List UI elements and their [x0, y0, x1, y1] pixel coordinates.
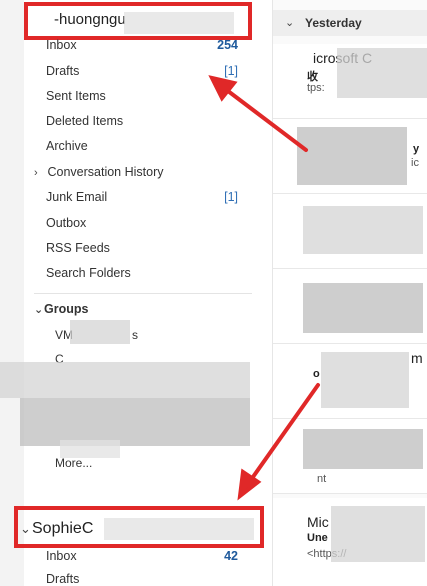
date-group-header[interactable]: ⌄ Yesterday	[273, 10, 427, 36]
account-2-inbox-count: 42	[224, 549, 238, 563]
message-item[interactable]: m o	[273, 344, 427, 419]
message-preview: tps:	[307, 82, 325, 94]
date-group-label: Yesterday	[305, 16, 362, 30]
message-subject: Une	[307, 532, 328, 544]
redaction	[60, 440, 120, 458]
chevron-down-icon: ⌄	[20, 521, 31, 536]
folder-label: Inbox	[46, 38, 77, 52]
folder-archive[interactable]: Archive	[46, 139, 88, 153]
account-1-name: -huongngu	[54, 11, 126, 28]
message-item[interactable]: nt	[273, 419, 427, 494]
account-2-header[interactable]: ⌄ SophieC	[14, 506, 264, 548]
drafts-count: [1]	[224, 64, 238, 78]
junk-count: [1]	[224, 190, 238, 204]
redaction	[70, 320, 130, 344]
redaction	[331, 506, 425, 562]
folder-label: Search Folders	[46, 266, 131, 280]
more-label: More...	[55, 456, 93, 470]
folder-deleted-items[interactable]: Deleted Items	[46, 114, 123, 128]
message-preview: ic	[411, 157, 419, 169]
folder-outbox[interactable]: Outbox	[46, 216, 86, 230]
account-2-folder-drafts[interactable]: Drafts	[46, 572, 79, 586]
divider	[34, 293, 252, 294]
redaction	[303, 429, 423, 469]
message-subject: y	[413, 143, 420, 155]
message-subject: o	[313, 368, 320, 380]
message-item[interactable]: y ic	[273, 119, 427, 194]
redaction	[303, 206, 423, 254]
folder-label: Drafts	[46, 572, 80, 586]
message-sender: Mic	[307, 514, 329, 530]
folder-search-folders[interactable]: Search Folders	[46, 266, 131, 280]
redaction	[124, 12, 234, 34]
folder-sent-items[interactable]: Sent Items	[46, 89, 106, 103]
groups-label: Groups	[44, 302, 89, 316]
redaction	[321, 352, 409, 408]
message-item[interactable]	[273, 269, 427, 344]
folder-label: Junk Email	[46, 190, 108, 204]
folder-label: Sent Items	[46, 89, 106, 103]
folder-label: Inbox	[46, 549, 77, 563]
groups-header[interactable]: ⌄Groups	[34, 302, 88, 316]
redaction	[20, 398, 250, 446]
inbox-unread-count: 254	[217, 38, 238, 52]
folder-junk-email[interactable]: Junk Email	[46, 190, 107, 204]
redaction	[297, 127, 407, 185]
folder-label: RSS Feeds	[46, 241, 110, 255]
message-item[interactable]: Mic Une <https://	[273, 498, 427, 586]
left-edge	[0, 0, 24, 586]
folder-drafts[interactable]: Drafts	[46, 64, 79, 78]
folder-label: Drafts	[46, 64, 80, 78]
message-item[interactable]	[273, 194, 427, 269]
folder-pane: -huongngu Inbox 254 Drafts [1] Sent Item…	[0, 0, 264, 586]
chevron-down-icon: ⌄	[34, 304, 44, 316]
chevron-down-icon: ⌄	[285, 17, 295, 29]
message-preview: nt	[317, 473, 327, 485]
redaction	[337, 48, 427, 98]
account-2-folder-inbox[interactable]: Inbox	[46, 549, 77, 563]
group-item-suffix: s	[132, 328, 138, 342]
account-2-name: SophieC	[32, 520, 94, 537]
folder-rss-feeds[interactable]: RSS Feeds	[46, 241, 110, 255]
group-item-label: s	[132, 328, 138, 342]
redaction	[104, 518, 254, 540]
folder-label: Archive	[46, 139, 88, 153]
chevron-right-icon[interactable]: ›	[34, 167, 44, 179]
redaction	[0, 362, 250, 398]
account-1-header[interactable]: -huongngu	[24, 2, 252, 40]
message-sender: m	[411, 350, 423, 366]
message-list: ⌄ Yesterday icrosoft C 收 tps: y ic m o n…	[272, 0, 427, 586]
folder-label: Deleted Items	[46, 114, 124, 128]
folder-inbox[interactable]: Inbox	[46, 38, 77, 52]
folder-label: Conversation History	[47, 165, 164, 179]
groups-more-link[interactable]: More...	[55, 456, 92, 470]
redaction	[303, 283, 423, 333]
folder-label: Outbox	[46, 216, 87, 230]
message-item[interactable]: icrosoft C 收 tps:	[273, 44, 427, 119]
folder-conversation-history[interactable]: › Conversation History	[34, 165, 164, 179]
